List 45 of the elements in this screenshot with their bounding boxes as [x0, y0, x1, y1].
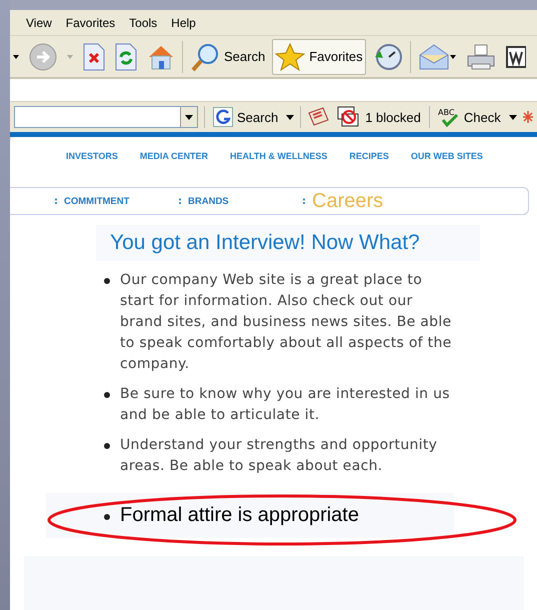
nav-link[interactable]: RECIPES — [349, 151, 389, 161]
sparkle-icon[interactable] — [522, 111, 533, 123]
nav-link[interactable]: HEALTH & WELLNESS — [230, 151, 328, 161]
nav-link[interactable]: INVESTORS — [66, 151, 118, 161]
bullet-dot-icon — [104, 278, 110, 284]
nav-link[interactable]: OUR WEB SITES — [410, 151, 483, 161]
document-icon — [506, 44, 526, 70]
separator-colon: : — [178, 196, 182, 206]
printer-icon — [466, 42, 496, 70]
search-field[interactable] — [14, 106, 198, 128]
g-logo-icon — [213, 107, 233, 127]
bullet-dot-icon — [104, 443, 110, 449]
caret-icon — [13, 54, 19, 58]
spell-check-button[interactable]: ABC Check — [436, 107, 503, 127]
refresh-icon — [115, 42, 137, 70]
search-icon — [190, 42, 220, 72]
bullet-text: Be sure to know why you are interested in us and be able to articulate it. — [120, 385, 451, 425]
mail-icon — [418, 42, 456, 70]
caret-icon — [67, 54, 73, 58]
favorites-button[interactable]: Favorites — [272, 38, 366, 74]
google-search-button[interactable]: Search — [211, 107, 280, 127]
section-link[interactable]: COMMITMENT — [64, 196, 130, 206]
separator-colon: : — [302, 196, 306, 206]
menu-item[interactable]: Help — [165, 14, 202, 32]
popup-blocker-button[interactable]: 1 blocked — [335, 106, 423, 128]
bullet-text: Understand your strengths and opportunity areas. Be able to speak about each. — [120, 436, 438, 476]
news-icon[interactable] — [307, 107, 330, 127]
bullet-text: Formal attire is appropriate — [120, 505, 359, 526]
history-clock-icon — [372, 42, 403, 72]
caret-icon[interactable] — [286, 114, 294, 120]
page-heading: You got an Interview! Now What? — [110, 231, 421, 255]
stop-icon — [83, 42, 105, 70]
menu-item[interactable]: View — [20, 14, 58, 32]
blocked-popup-icon — [337, 106, 362, 128]
search-button[interactable]: Search — [187, 38, 268, 74]
menu-item[interactable]: Favorites — [60, 14, 122, 32]
menu-item[interactable]: Tools — [123, 14, 164, 32]
separator-colon: : — [54, 196, 58, 206]
section-link[interactable]: BRANDS — [188, 196, 229, 206]
bullet-text: Our company Web site is a great place to start for information. Also check out our brand sites, and business news sites. Be able to speak comfortably about all aspects of the company. — [120, 271, 453, 374]
caret-icon[interactable] — [508, 114, 517, 120]
star-icon — [275, 42, 306, 72]
nav-link[interactable]: MEDIA CENTER — [140, 151, 208, 161]
bullet-dot-icon — [104, 514, 110, 520]
bullet-dot-icon — [104, 392, 110, 398]
